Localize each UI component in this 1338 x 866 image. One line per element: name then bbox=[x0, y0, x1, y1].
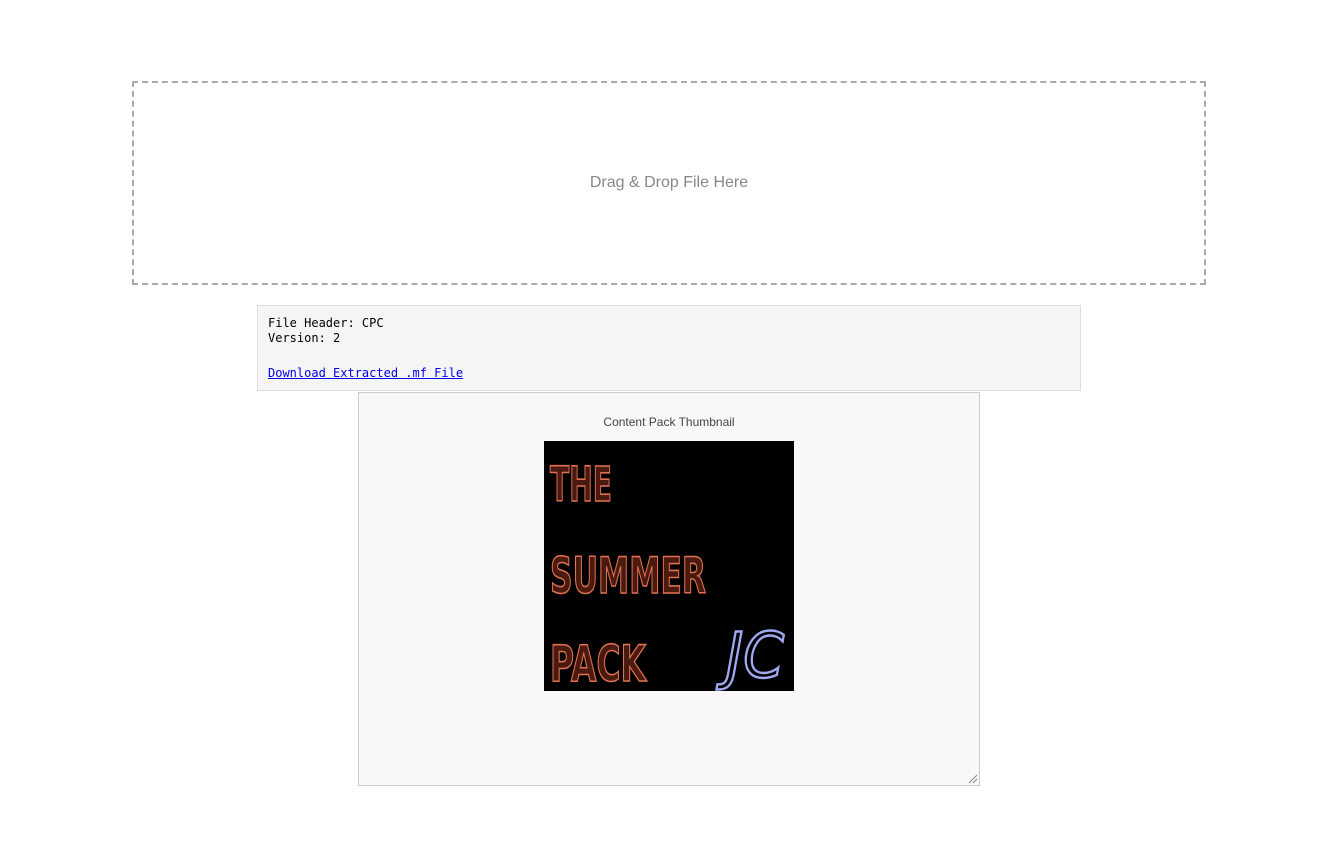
resize-grip-icon[interactable] bbox=[968, 774, 978, 784]
thumbnail-image: THE SUMMER PACK JC bbox=[544, 441, 794, 694]
download-mf-link[interactable]: Download Extracted .mf File bbox=[268, 366, 463, 381]
artwork-text-pack: PACK bbox=[550, 635, 647, 691]
artwork-text-summer: SUMMER bbox=[550, 547, 706, 605]
drop-zone-label: Drag & Drop File Here bbox=[589, 174, 749, 191]
file-header-text: File Header: CPC bbox=[268, 316, 384, 330]
file-info-panel: File Header: CPC Version: 2 Download Ext… bbox=[257, 305, 1081, 391]
thumbnail-title: Content Pack Thumbnail bbox=[603, 415, 735, 429]
file-drop-zone[interactable]: Drag & Drop File Here bbox=[132, 81, 1206, 285]
thumbnail-artwork: THE SUMMER PACK JC bbox=[544, 441, 794, 694]
version-text: Version: 2 bbox=[268, 331, 341, 345]
artwork-logo-jc: JC bbox=[716, 619, 785, 691]
thumbnail-panel: Content Pack Thumbnail THE SUMMER PACK J… bbox=[358, 392, 980, 786]
artwork-text-the: THE bbox=[550, 457, 612, 513]
